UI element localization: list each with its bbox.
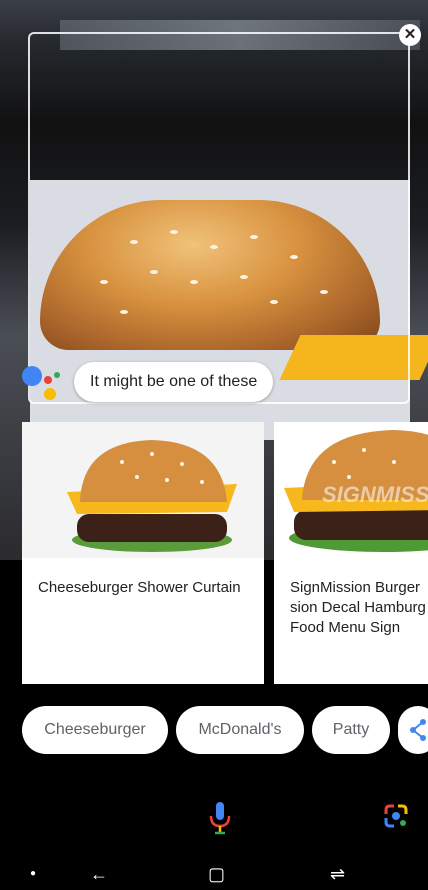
result-thumbnail bbox=[22, 422, 264, 558]
lens-icon[interactable] bbox=[382, 802, 410, 830]
close-icon[interactable]: ✕ bbox=[399, 24, 421, 46]
dot-icon: ● bbox=[30, 868, 37, 879]
mic-icon[interactable] bbox=[205, 800, 235, 836]
result-card[interactable]: Cheeseburger Shower Curtain bbox=[22, 422, 264, 684]
result-title: Cheeseburger Shower Curtain bbox=[38, 579, 241, 596]
result-card[interactable]: SIGNMISS SignMission Burger sion Decal H… bbox=[274, 422, 428, 684]
recents-icon[interactable]: ▢ bbox=[208, 858, 225, 890]
result-thumbnail: SIGNMISS bbox=[274, 422, 428, 558]
chip-mcdonalds[interactable]: McDonald's bbox=[176, 706, 304, 754]
chip-cheeseburger[interactable]: Cheeseburger bbox=[22, 706, 168, 754]
back-icon[interactable]: ← bbox=[90, 858, 108, 890]
result-title: SignMission Burger sion Decal Hamburg Fo… bbox=[290, 579, 426, 636]
chip-patty[interactable]: Patty bbox=[312, 706, 390, 754]
switch-icon[interactable]: ⇌ bbox=[330, 858, 345, 890]
share-icon bbox=[410, 719, 426, 741]
system-nav-bar: ● ← ▢ ⇌ bbox=[0, 858, 428, 890]
assistant-prompt: It might be one of these bbox=[74, 362, 274, 402]
lens-selection-frame[interactable] bbox=[28, 32, 410, 404]
assistant-logo-icon bbox=[22, 362, 62, 402]
watermark: SIGNMISS bbox=[322, 482, 428, 507]
share-chip[interactable] bbox=[398, 706, 428, 754]
